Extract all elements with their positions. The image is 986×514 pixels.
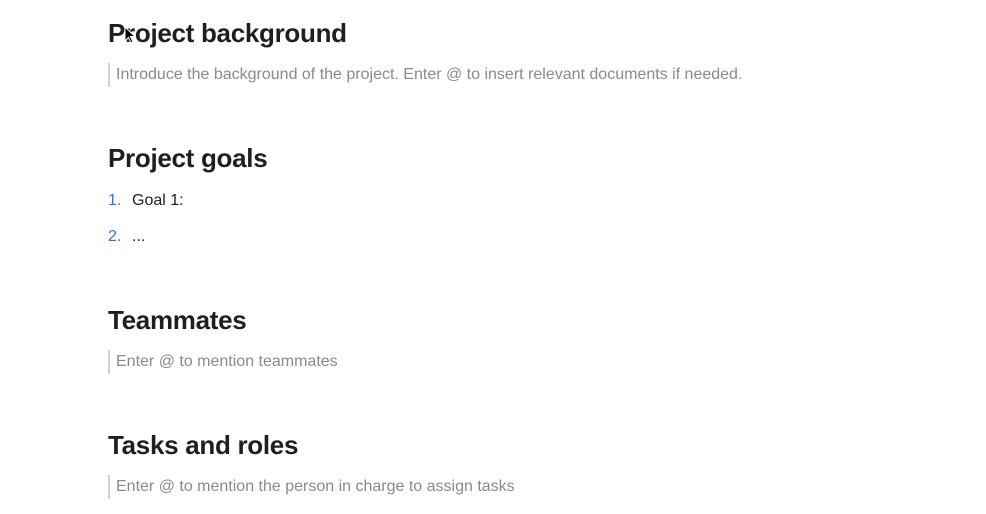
heading-teammates[interactable]: Teammates bbox=[108, 305, 878, 336]
section-teammates: Teammates Enter @ to mention teammates bbox=[108, 305, 878, 374]
section-tasks-roles: Tasks and roles Enter @ to mention the p… bbox=[108, 430, 878, 499]
section-project-goals: Project goals Goal 1: ... bbox=[108, 143, 878, 249]
heading-project-background[interactable]: Project background bbox=[108, 18, 878, 49]
goals-list[interactable]: Goal 1: ... bbox=[108, 188, 878, 249]
heading-project-goals[interactable]: Project goals bbox=[108, 143, 878, 174]
document-body: Project background Introduce the backgro… bbox=[0, 0, 986, 499]
tasks-input-area[interactable]: Enter @ to mention the person in charge … bbox=[108, 475, 878, 499]
list-item[interactable]: Goal 1: bbox=[108, 188, 878, 214]
heading-tasks-roles[interactable]: Tasks and roles bbox=[108, 430, 878, 461]
background-input-area[interactable]: Introduce the background of the project.… bbox=[108, 63, 878, 87]
list-item[interactable]: ... bbox=[108, 224, 878, 250]
teammates-input-area[interactable]: Enter @ to mention teammates bbox=[108, 350, 878, 374]
section-project-background: Project background Introduce the backgro… bbox=[108, 18, 878, 87]
